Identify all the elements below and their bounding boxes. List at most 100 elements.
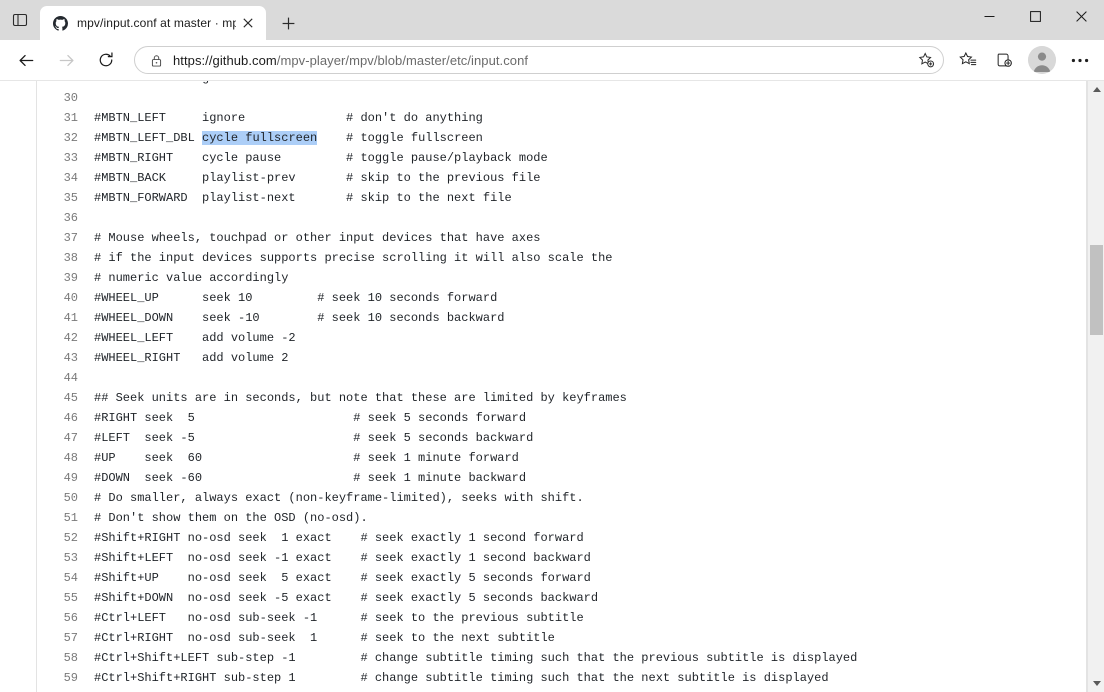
code-line[interactable]: 30 — [37, 88, 1086, 108]
address-bar[interactable]: https://github.com/mpv-player/mpv/blob/m… — [134, 46, 944, 74]
collections-icon[interactable] — [986, 43, 1022, 77]
code-line[interactable]: 45## Seek units are in seconds, but note… — [37, 388, 1086, 408]
profile-avatar[interactable] — [1028, 46, 1056, 74]
line-content[interactable]: #default bindings start — [86, 81, 1086, 88]
line-number: 40 — [37, 288, 86, 308]
close-window-icon[interactable] — [1058, 0, 1104, 32]
settings-and-more-icon[interactable] — [1062, 43, 1098, 77]
line-content[interactable]: #Shift+UP no-osd seek 5 exact # seek exa… — [86, 568, 1086, 588]
line-number: 36 — [37, 208, 86, 228]
code-line[interactable]: 43#WHEEL_RIGHT add volume 2 — [37, 348, 1086, 368]
line-content[interactable]: #UP seek 60 # seek 1 minute forward — [86, 448, 1086, 468]
code-lines[interactable]: 29#default bindings start3031#MBTN_LEFT … — [37, 81, 1086, 688]
line-content[interactable]: ## Seek units are in seconds, but note t… — [86, 388, 1086, 408]
line-number: 32 — [37, 128, 86, 148]
favorites-icon[interactable] — [950, 43, 986, 77]
line-number: 56 — [37, 608, 86, 628]
line-content[interactable]: #Ctrl+Shift+RIGHT sub-step 1 # change su… — [86, 668, 1086, 688]
code-line[interactable]: 41#WHEEL_DOWN seek -10 # seek 10 seconds… — [37, 308, 1086, 328]
line-content[interactable]: #Shift+LEFT no-osd seek -1 exact # seek … — [86, 548, 1086, 568]
scrollbar-thumb[interactable] — [1090, 245, 1103, 335]
line-number: 29 — [37, 81, 86, 88]
browser-window: mpv/input.conf at master · mpv- — [0, 0, 1104, 692]
code-line[interactable]: 42#WHEEL_LEFT add volume -2 — [37, 328, 1086, 348]
code-line[interactable]: 29#default bindings start — [37, 81, 1086, 88]
forward-icon[interactable] — [49, 43, 83, 77]
line-number: 33 — [37, 148, 86, 168]
code-line[interactable]: 40#WHEEL_UP seek 10 # seek 10 seconds fo… — [37, 288, 1086, 308]
line-content[interactable]: #LEFT seek -5 # seek 5 seconds backward — [86, 428, 1086, 448]
line-number: 51 — [37, 508, 86, 528]
line-content[interactable]: #MBTN_RIGHT cycle pause # toggle pause/p… — [86, 148, 1086, 168]
line-content[interactable]: # Don't show them on the OSD (no-osd). — [86, 508, 1086, 528]
tab-actions-icon[interactable] — [0, 0, 40, 40]
code-line[interactable]: 53#Shift+LEFT no-osd seek -1 exact # see… — [37, 548, 1086, 568]
lock-icon — [145, 49, 167, 71]
line-content[interactable]: #Ctrl+RIGHT no-osd sub-seek 1 # seek to … — [86, 628, 1086, 648]
maximize-icon[interactable] — [1012, 0, 1058, 32]
line-number: 30 — [37, 88, 86, 108]
code-line[interactable]: 32#MBTN_LEFT_DBL cycle fullscreen # togg… — [37, 128, 1086, 148]
browser-tab[interactable]: mpv/input.conf at master · mpv- — [40, 6, 266, 40]
code-line[interactable]: 50# Do smaller, always exact (non-keyfra… — [37, 488, 1086, 508]
code-line[interactable]: 38# if the input devices supports precis… — [37, 248, 1086, 268]
line-content[interactable]: #WHEEL_RIGHT add volume 2 — [86, 348, 1086, 368]
code-line[interactable]: 55#Shift+DOWN no-osd seek -5 exact # see… — [37, 588, 1086, 608]
code-line[interactable]: 31#MBTN_LEFT ignore # don't do anything — [37, 108, 1086, 128]
code-line[interactable]: 37# Mouse wheels, touchpad or other inpu… — [37, 228, 1086, 248]
line-number: 44 — [37, 368, 86, 388]
line-content[interactable]: #MBTN_LEFT_DBL cycle fullscreen # toggle… — [86, 128, 1086, 148]
add-favorite-icon[interactable] — [913, 47, 939, 73]
code-line[interactable]: 54#Shift+UP no-osd seek 5 exact # seek e… — [37, 568, 1086, 588]
vertical-scrollbar[interactable] — [1087, 81, 1104, 692]
line-content[interactable]: #Ctrl+Shift+LEFT sub-step -1 # change su… — [86, 648, 1086, 668]
line-number: 39 — [37, 268, 86, 288]
tab-strip: mpv/input.conf at master · mpv- — [0, 0, 1104, 40]
code-line[interactable]: 44 — [37, 368, 1086, 388]
code-line[interactable]: 58#Ctrl+Shift+LEFT sub-step -1 # change … — [37, 648, 1086, 668]
code-line[interactable]: 52#Shift+RIGHT no-osd seek 1 exact # see… — [37, 528, 1086, 548]
code-line[interactable]: 59#Ctrl+Shift+RIGHT sub-step 1 # change … — [37, 668, 1086, 688]
line-number: 31 — [37, 108, 86, 128]
url-text[interactable]: https://github.com/mpv-player/mpv/blob/m… — [173, 53, 913, 68]
line-number: 49 — [37, 468, 86, 488]
line-content[interactable]: #Shift+RIGHT no-osd seek 1 exact # seek … — [86, 528, 1086, 548]
line-content[interactable]: #RIGHT seek 5 # seek 5 seconds forward — [86, 408, 1086, 428]
line-content[interactable]: # Mouse wheels, touchpad or other input … — [86, 228, 1086, 248]
line-content[interactable]: # numeric value accordingly — [86, 268, 1086, 288]
line-number: 45 — [37, 388, 86, 408]
code-line[interactable]: 48#UP seek 60 # seek 1 minute forward — [37, 448, 1086, 468]
line-content[interactable]: #Shift+DOWN no-osd seek -5 exact # seek … — [86, 588, 1086, 608]
scroll-up-icon[interactable] — [1088, 81, 1104, 98]
line-content[interactable]: #MBTN_BACK playlist-prev # skip to the p… — [86, 168, 1086, 188]
new-tab-icon[interactable] — [272, 7, 304, 39]
code-line[interactable]: 39# numeric value accordingly — [37, 268, 1086, 288]
code-line[interactable]: 47#LEFT seek -5 # seek 5 seconds backwar… — [37, 428, 1086, 448]
code-line[interactable]: 49#DOWN seek -60 # seek 1 minute backwar… — [37, 468, 1086, 488]
line-number: 57 — [37, 628, 86, 648]
line-number: 53 — [37, 548, 86, 568]
code-line[interactable]: 46#RIGHT seek 5 # seek 5 seconds forward — [37, 408, 1086, 428]
line-content[interactable]: #MBTN_LEFT ignore # don't do anything — [86, 108, 1086, 128]
code-line[interactable]: 34#MBTN_BACK playlist-prev # skip to the… — [37, 168, 1086, 188]
close-icon[interactable] — [236, 11, 260, 35]
code-line[interactable]: 35#MBTN_FORWARD playlist-next # skip to … — [37, 188, 1086, 208]
line-content[interactable]: #WHEEL_LEFT add volume -2 — [86, 328, 1086, 348]
refresh-icon[interactable] — [89, 43, 123, 77]
line-content[interactable]: # if the input devices supports precise … — [86, 248, 1086, 268]
line-content[interactable]: #DOWN seek -60 # seek 1 minute backward — [86, 468, 1086, 488]
line-content[interactable]: #WHEEL_DOWN seek -10 # seek 10 seconds b… — [86, 308, 1086, 328]
scroll-down-icon[interactable] — [1088, 675, 1104, 692]
url-path: /mpv-player/mpv/blob/master/etc/input.co… — [277, 53, 528, 68]
code-line[interactable]: 57#Ctrl+RIGHT no-osd sub-seek 1 # seek t… — [37, 628, 1086, 648]
code-line[interactable]: 36 — [37, 208, 1086, 228]
line-content[interactable]: #Ctrl+LEFT no-osd sub-seek -1 # seek to … — [86, 608, 1086, 628]
back-icon[interactable] — [9, 43, 43, 77]
code-line[interactable]: 56#Ctrl+LEFT no-osd sub-seek -1 # seek t… — [37, 608, 1086, 628]
minimize-icon[interactable] — [966, 0, 1012, 32]
line-content[interactable]: #WHEEL_UP seek 10 # seek 10 seconds forw… — [86, 288, 1086, 308]
line-content[interactable]: #MBTN_FORWARD playlist-next # skip to th… — [86, 188, 1086, 208]
line-content[interactable]: # Do smaller, always exact (non-keyframe… — [86, 488, 1086, 508]
code-line[interactable]: 51# Don't show them on the OSD (no-osd). — [37, 508, 1086, 528]
code-line[interactable]: 33#MBTN_RIGHT cycle pause # toggle pause… — [37, 148, 1086, 168]
